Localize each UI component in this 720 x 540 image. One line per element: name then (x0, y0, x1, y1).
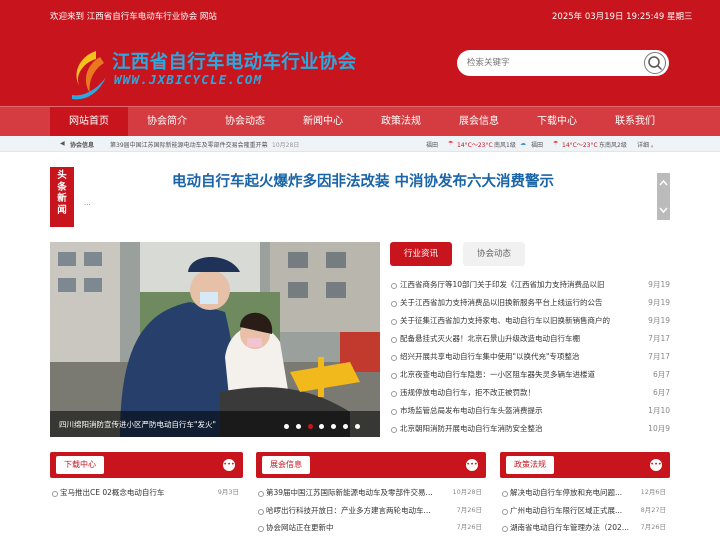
nav-news-center[interactable]: 新闻中心 (284, 107, 362, 137)
panel-list: 第39届中国江苏国际新能源电动车及零部件交易... 10月28日 哈啰出行科技开放… (256, 484, 486, 537)
news-item[interactable]: 违规停放电动自行车，拒不改正被罚款！ 6月7 (390, 384, 670, 402)
news-item[interactable]: 江西省商务厅等10部门关于印发《江西省加力支持消费品以旧 9月19 (390, 276, 670, 294)
weather-detail-link[interactable]: 详细 (637, 140, 649, 149)
search-button[interactable] (644, 52, 666, 74)
date-time: 2025年 03月19日 19:25:49 星期三 (552, 12, 693, 22)
slider-photo (50, 242, 380, 437)
scroll-arrows-icon (659, 179, 668, 214)
weather-detail-suffix: 。 (651, 142, 658, 149)
nav-exhibition[interactable]: 展会信息 (440, 107, 518, 137)
download-panel: 下载中心 ••• 宝马推出CE 02概念电动自行车 9月3日 (50, 452, 243, 540)
slider-dot-active[interactable] (307, 424, 313, 429)
list-item[interactable]: 协会网站正在更新中 7月26日 (256, 519, 486, 537)
list-item[interactable]: 宝马推出CE 02概念电动自行车 9月3日 (50, 484, 243, 502)
weather-city-2: 福田 (531, 142, 544, 149)
list-item[interactable]: 广州电动自行车限行区域正式展... 8月27日 (500, 502, 670, 520)
slider-dot[interactable] (295, 424, 301, 429)
speaker-icon: ◀ (60, 140, 65, 147)
panel-header: 政策法规 ••• (500, 452, 670, 478)
more-icon[interactable]: ••• (466, 459, 478, 471)
welcome-text: 欢迎来到 江西省自行车电动车行业协会 网站 (50, 12, 217, 22)
photo-slider[interactable]: 四川绵阳消防宣传进小区严防电动自行车"发火" (50, 242, 380, 437)
info-label: 协会信息 (70, 142, 95, 149)
list-item[interactable]: 解决电动自行车停放和充电问题... 12月6日 (500, 484, 670, 502)
list-item[interactable]: 湖南省电动自行车管理办法（202... 7月26日 (500, 519, 670, 537)
news-item[interactable]: 北京夜查电动自行车隐患：一小区阻车器失灵多辆车进楼道 6月7 (390, 366, 670, 384)
weather-city: 福田 (426, 142, 439, 149)
news-item[interactable]: 绍兴开展共享电动自行车集中使用"以换代充"专项整治 7月17 (390, 348, 670, 366)
header: 江西省自行车电动车行业协会 WWW.JXBICYCLE.COM (0, 30, 720, 106)
more-icon[interactable]: ••• (650, 459, 662, 471)
panel-list: 解决电动自行车停放和充电问题... 12月6日 广州电动自行车限行区域正式展...… (500, 484, 670, 537)
cloud-icon: ☁ (520, 140, 526, 147)
news-item[interactable]: 配备悬挂式灭火器！北京石景山升级改造电动自行车棚 7月17 (390, 330, 670, 348)
nav-policy[interactable]: 政策法规 (362, 107, 440, 137)
search-box (457, 50, 669, 76)
tab-industry-news[interactable]: 行业资讯 (390, 242, 452, 266)
tab-association-news[interactable]: 协会动态 (463, 242, 525, 266)
list-item[interactable]: 第39届中国江苏国际新能源电动车及零部件交易... 10月28日 (256, 484, 486, 502)
nav-download[interactable]: 下载中心 (518, 107, 596, 137)
more-icon[interactable]: ••• (223, 459, 235, 471)
top-bar: 欢迎来到 江西省自行车电动车行业协会 网站 2025年 03月19日 19:25… (0, 0, 720, 30)
panel-title[interactable]: 下载中心 (56, 456, 104, 474)
weather-wind: 南风1级 (494, 142, 516, 149)
info-bar: ◀ 协会信息 第39届中国江苏国际新能源电动车及零部件交易会隆重开幕 10月28… (0, 136, 720, 152)
news-item[interactable]: 关于江西省加力支持消费品以旧换新服务平台上线运行的公告 9月19 (390, 294, 670, 312)
weather-icon-2: ☂ (553, 140, 559, 147)
logo-chinese-name: 江西省自行车电动车行业协会 (112, 52, 357, 73)
panel-header: 下载中心 ••• (50, 452, 243, 478)
slider-dot[interactable] (355, 424, 360, 429)
panel-title[interactable]: 展会信息 (262, 456, 310, 474)
slider-caption[interactable]: 四川绵阳消防宣传进小区严防电动自行车"发火" (59, 419, 216, 430)
news-item[interactable]: 北京朝阳消防开展电动自行车消防安全整治 10月9 (390, 420, 670, 438)
logo-domain: WWW.JXBICYCLE.COM (114, 72, 263, 87)
search-input[interactable] (467, 56, 627, 70)
weather-icon: ☂ (448, 140, 454, 147)
panel-title[interactable]: 政策法规 (506, 456, 554, 474)
logo-emblem-icon (72, 51, 106, 100)
policy-panel: 政策法规 ••• 解决电动自行车停放和充电问题... 12月6日 广州电动自行车限… (500, 452, 670, 540)
headline-tag: 头 条 新 闻 (50, 167, 74, 227)
panel-list: 宝马推出CE 02概念电动自行车 9月3日 (50, 484, 243, 502)
nav-about[interactable]: 协会简介 (128, 107, 206, 137)
news-item[interactable]: 市场监管总局发布电动自行车头盔消费提示 1月10 (390, 402, 670, 420)
info-ticker-link[interactable]: 第39届中国江苏国际新能源电动车及零部件交易会隆重开幕 (110, 140, 268, 149)
slider-dot[interactable] (319, 424, 325, 429)
weather-wind-2: 东南风2级 (599, 142, 627, 149)
headline-section: 头 条 新 闻 电动自行车起火爆炸多因非法改装 中消协发布六大消费警示 ... (50, 167, 670, 229)
headline-summary: ... (84, 199, 91, 207)
news-item[interactable]: 关于征集江西省加力支持家电、电动自行车以旧换新销售商户的 9月19 (390, 312, 670, 330)
headline-title[interactable]: 电动自行车起火爆炸多因非法改装 中消协发布六大消费警示 (172, 170, 554, 191)
headline-scroller[interactable] (657, 173, 670, 220)
nav-home[interactable]: 网站首页 (50, 107, 128, 137)
exhibition-panel: 展会信息 ••• 第39届中国江苏国际新能源电动车及零部件交易... 10月28日… (256, 452, 486, 540)
slider-dots (280, 422, 360, 432)
slider-dot[interactable] (343, 424, 349, 429)
nav-contact[interactable]: 联系我们 (596, 107, 674, 137)
panel-header: 展会信息 ••• (256, 452, 486, 478)
list-item[interactable]: 哈啰出行科技开放日：产业多方建言两轮电动车... 7月26日 (256, 502, 486, 520)
info-ticker-date: 10月28日 (272, 142, 300, 149)
main-nav: 网站首页 协会简介 协会动态 新闻中心 政策法规 展会信息 下载中心 联系我们 (0, 106, 720, 137)
news-tabs: 行业资讯 协会动态 (390, 242, 670, 266)
slider-dot[interactable] (283, 424, 289, 429)
site-logo[interactable]: 江西省自行车电动车行业协会 WWW.JXBICYCLE.COM (66, 47, 356, 103)
slider-caption-bar: 四川绵阳消防宣传进小区严防电动自行车"发火" (50, 411, 380, 437)
news-list: 江西省商务厅等10部门关于印发《江西省加力支持消费品以旧 9月19 关于江西省加力… (390, 276, 670, 438)
nav-association-news[interactable]: 协会动态 (206, 107, 284, 137)
weather-temp-2: 14°C～23°C (562, 142, 598, 149)
slider-dot[interactable] (331, 424, 337, 429)
search-icon (648, 56, 663, 71)
weather-temp: 14°C～23°C (457, 142, 493, 149)
